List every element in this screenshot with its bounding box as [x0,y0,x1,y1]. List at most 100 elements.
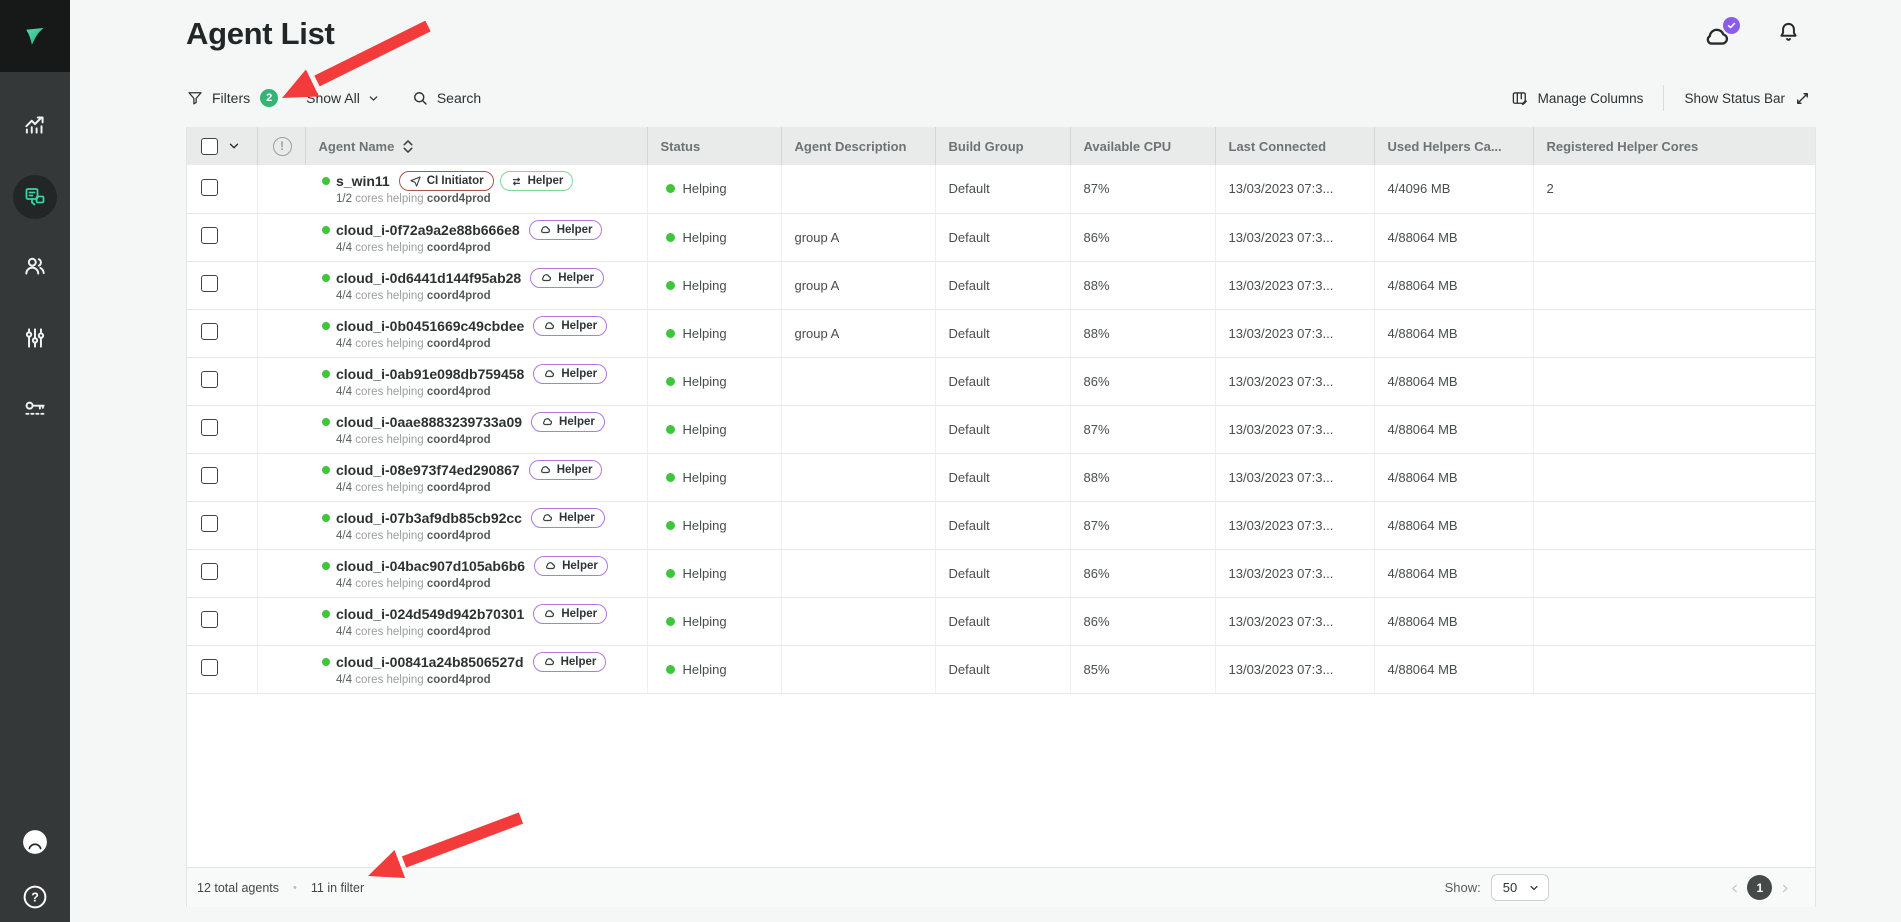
sort-control[interactable] [403,140,413,153]
agent-online-dot [322,466,330,474]
row-checkbox[interactable] [201,227,218,244]
build-group-cell: Default [935,165,1070,213]
cloud-icon [543,319,556,332]
alerts-column-info-icon[interactable]: ! [273,137,292,156]
registered-cores-cell [1533,405,1815,453]
table-row[interactable]: cloud_i-0f72a9a2e88b666e8 Helper 4/4 cor… [187,213,1815,261]
select-all-checkbox[interactable] [201,138,218,155]
agent-name: s_win11 [336,172,390,190]
agent-online-dot [322,322,330,330]
badge-helper: Helper [534,556,608,576]
used-helpers-cell: 4/88064 MB [1374,501,1533,549]
select-options-dropdown[interactable] [228,140,240,152]
status-label: Helping [683,278,727,293]
users-icon [22,253,48,279]
badge-container: Helper [533,364,607,384]
table-row[interactable]: s_win11 CI InitiatorHelper 1/2 cores hel… [187,165,1815,213]
used-helpers-cell: 4/4096 MB [1374,165,1533,213]
status-dot [666,617,675,626]
row-checkbox[interactable] [201,515,218,532]
cores-value: 4/4 [336,338,352,350]
registered-cores-cell [1533,309,1815,357]
table-row[interactable]: cloud_i-0aae8883239733a09 Helper 4/4 cor… [187,405,1815,453]
row-checkbox[interactable] [201,179,218,196]
next-page-button[interactable]: › [1781,878,1789,898]
agent-online-dot [322,418,330,426]
column-header-available-cpu[interactable]: Available CPU [1070,127,1215,165]
sidebar-item-agents[interactable] [0,169,70,225]
agent-online-dot [322,177,330,185]
available-cpu-cell: 87% [1070,501,1215,549]
row-checkbox[interactable] [201,419,218,436]
table-row[interactable]: cloud_i-04bac907d105ab6b6 Helper 4/4 cor… [187,549,1815,597]
cloud-check-badge [1723,17,1740,34]
cloud-icon [543,367,556,380]
badge-container: Helper [533,604,607,624]
agent-name: cloud_i-08e973f74ed290867 [336,461,520,479]
show-all-dropdown[interactable]: Show All [306,90,379,106]
column-header-last-connected[interactable]: Last Connected [1215,127,1374,165]
sidebar-item-analytics[interactable] [0,96,70,152]
available-cpu-cell: 86% [1070,549,1215,597]
sidebar-item-settings[interactable] [0,310,70,366]
prev-page-button[interactable]: ‹ [1731,878,1739,898]
agent-name: cloud_i-0f72a9a2e88b666e8 [336,221,520,239]
column-header-build-group[interactable]: Build Group [935,127,1070,165]
manage-columns-button[interactable]: Manage Columns [1511,89,1644,108]
agent-totals: 12 total agents • 11 in filter [197,881,364,895]
status-dot [666,329,675,338]
column-header-agent-description[interactable]: Agent Description [781,127,935,165]
agent-subtext: 4/4 cores helping coord4prod [336,577,643,591]
search-label: Search [437,90,481,106]
agent-subtext: 4/4 cores helping coord4prod [336,241,643,255]
agent-online-dot [322,658,330,666]
sidebar-item-users[interactable] [0,238,70,294]
cloud-status-button[interactable] [1700,18,1738,50]
table-body: s_win11 CI InitiatorHelper 1/2 cores hel… [187,165,1815,693]
page-size-select[interactable]: 50 [1491,874,1549,901]
table-row[interactable]: cloud_i-0d6441d144f95ab28 Helper 4/4 cor… [187,261,1815,309]
row-checkbox[interactable] [201,611,218,628]
agent-name: cloud_i-0d6441d144f95ab28 [336,269,521,287]
coordinator-name: coord4prod [427,193,491,205]
notifications-button[interactable] [1776,18,1802,48]
cores-value: 4/4 [336,386,352,398]
agent-subtext: 4/4 cores helping coord4prod [336,433,643,447]
column-header-status[interactable]: Status [647,127,781,165]
row-checkbox[interactable] [201,275,218,292]
row-alert-cell [257,645,305,693]
show-status-bar-button[interactable]: Show Status Bar [1684,89,1812,108]
cloud-icon [543,655,556,668]
last-connected-cell: 13/03/2023 07:3... [1215,357,1374,405]
filters-button[interactable]: Filters 2 [186,89,278,107]
row-checkbox[interactable] [201,467,218,484]
status-dot [666,425,675,434]
table-row[interactable]: cloud_i-024d549d942b70301 Helper 4/4 cor… [187,597,1815,645]
table-row[interactable]: cloud_i-0ab91e098db759458 Helper 4/4 cor… [187,357,1815,405]
cloud-icon [540,271,553,284]
column-header-registered-helper-cores[interactable]: Registered Helper Cores [1533,127,1815,165]
build-group-cell: Default [935,501,1070,549]
build-group-cell: Default [935,597,1070,645]
table-row[interactable]: cloud_i-08e973f74ed290867 Helper 4/4 cor… [187,453,1815,501]
sidebar-item-license[interactable] [0,382,70,438]
available-cpu-cell: 86% [1070,597,1215,645]
avatar-icon [22,829,48,855]
active-nav-highlight [13,175,57,219]
show-all-label: Show All [306,90,360,106]
app-logo[interactable] [0,0,70,72]
row-checkbox[interactable] [201,563,218,580]
row-checkbox[interactable] [201,659,218,676]
check-icon [1727,21,1736,30]
sidebar-item-profile[interactable] [0,824,70,860]
row-checkbox[interactable] [201,371,218,388]
row-checkbox[interactable] [201,323,218,340]
sidebar-item-help[interactable]: ? [0,880,70,914]
table-row[interactable]: cloud_i-00841a24b8506527d Helper 4/4 cor… [187,645,1815,693]
current-page-button[interactable]: 1 [1747,875,1772,900]
settings-sliders-icon [22,325,48,351]
search-button[interactable]: Search [411,89,481,107]
table-row[interactable]: cloud_i-0b0451669c49cbdee Helper 4/4 cor… [187,309,1815,357]
column-header-used-helpers[interactable]: Used Helpers Ca... [1374,127,1533,165]
table-row[interactable]: cloud_i-07b3af9db85cb92cc Helper 4/4 cor… [187,501,1815,549]
